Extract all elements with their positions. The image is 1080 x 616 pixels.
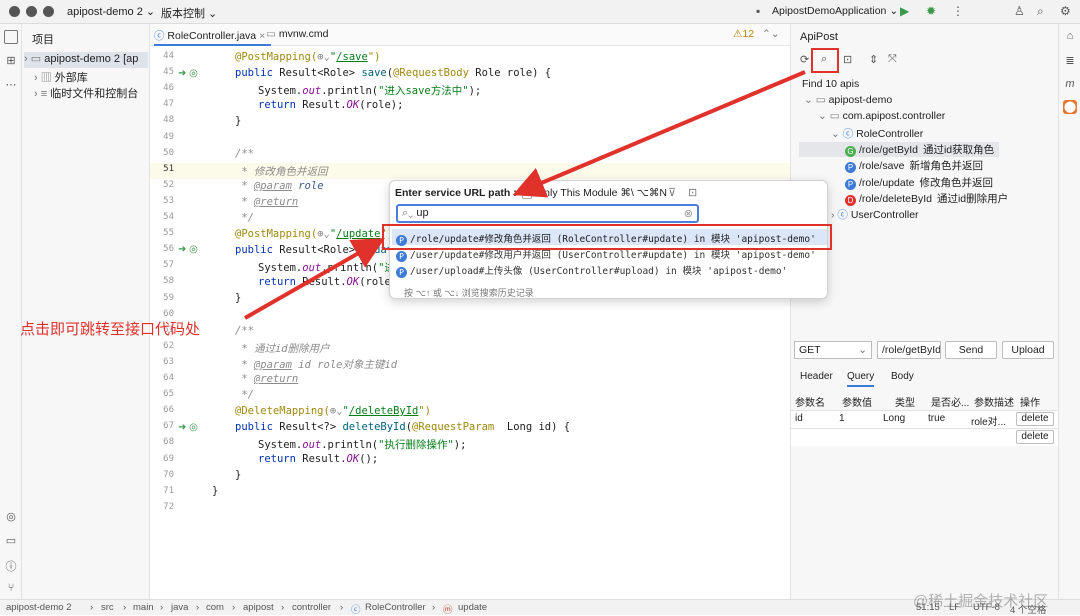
method-icon: ⓜ xyxy=(443,605,453,616)
breadcrumb-sep: › xyxy=(232,602,236,613)
breadcrumb-class[interactable]: RoleController xyxy=(365,602,426,613)
breadcrumb-java[interactable]: java xyxy=(171,602,188,613)
breadcrumb-sep: › xyxy=(340,602,344,613)
breadcrumb-main[interactable]: main xyxy=(133,602,154,613)
breadcrumb-com[interactable]: com xyxy=(206,602,224,613)
breadcrumb-sep: › xyxy=(281,602,285,613)
breadcrumb-sep: › xyxy=(160,602,164,613)
breadcrumb-src[interactable]: src xyxy=(101,602,114,613)
breadcrumb-sep: › xyxy=(123,602,127,613)
breadcrumb-apipost[interactable]: apipost xyxy=(243,602,274,613)
arrow-to-result xyxy=(244,238,385,320)
watermark: @稀土掘金技术社区 xyxy=(913,593,1049,610)
breadcrumb-sep: › xyxy=(196,602,200,613)
annotation-arrows xyxy=(244,70,806,320)
breadcrumb-controller[interactable]: controller xyxy=(292,602,331,613)
breadcrumb-sep: › xyxy=(432,602,436,613)
breadcrumb-project[interactable]: apipost-demo 2 xyxy=(6,602,71,613)
class-icon: ⓒ xyxy=(351,605,361,616)
annotation-text: 点击即可跳转至接口代码处 xyxy=(20,321,201,338)
arrow-to-search xyxy=(512,70,806,198)
breadcrumb-method[interactable]: update xyxy=(458,602,487,613)
breadcrumb-sep: › xyxy=(90,602,94,613)
